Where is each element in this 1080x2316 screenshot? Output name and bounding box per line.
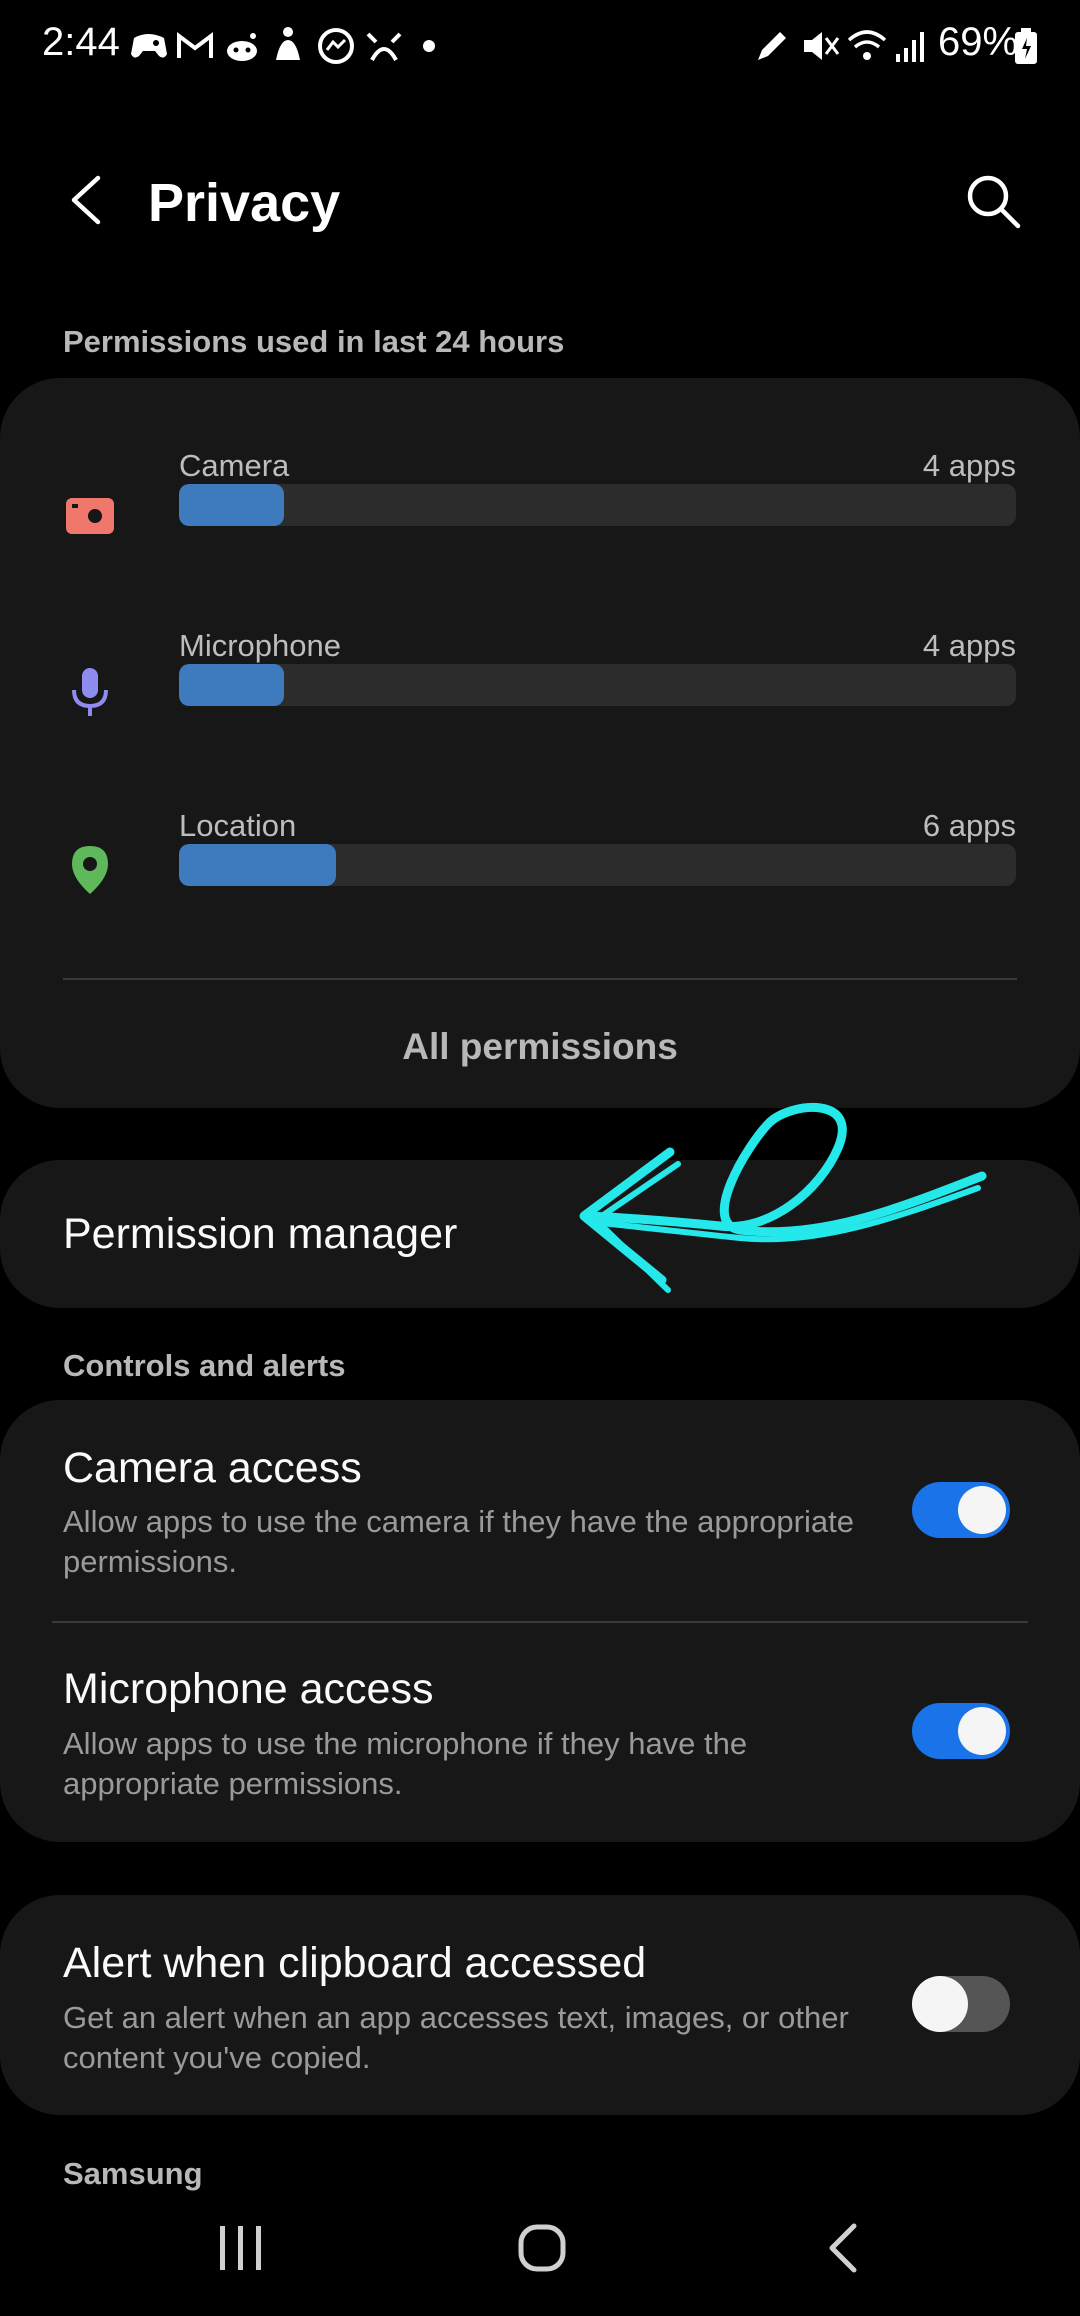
game-controller-icon (131, 34, 167, 58)
microphone-icon (72, 668, 108, 716)
all-permissions-button[interactable]: All permissions (0, 1026, 1080, 1068)
usage-row-camera[interactable]: Camera 4 apps (0, 448, 1080, 568)
app-icon (366, 32, 402, 62)
permission-manager-label: Permission manager (63, 1210, 458, 1258)
clipboard-alert-description: Get an alert when an app accesses text, … (63, 2000, 849, 2075)
usage-label: Microphone (179, 628, 341, 663)
wifi-icon (847, 30, 887, 60)
controls-section-label: Controls and alerts (63, 1348, 346, 1383)
usage-label: Location (179, 808, 297, 843)
usage-label: Camera (179, 448, 290, 483)
camera-access-description: Allow apps to use the camera if they hav… (63, 1504, 854, 1579)
messenger-icon (318, 28, 354, 64)
usage-count: 4 apps (922, 448, 1016, 483)
permissions-usage-card: Camera 4 apps Microphone 4 apps Location… (0, 378, 1080, 1108)
divider (52, 1621, 1028, 1623)
toggle-knob (958, 1707, 1006, 1755)
gmail-icon (177, 32, 213, 58)
usage-bar-track (179, 844, 1016, 886)
back-arrow-icon[interactable] (60, 172, 116, 228)
usage-bar-track (179, 484, 1016, 526)
usage-bar-fill (179, 664, 284, 706)
usage-bar-fill (179, 484, 284, 526)
dot-icon (423, 40, 435, 52)
back-button[interactable] (824, 2222, 864, 2274)
camera-icon (66, 498, 114, 534)
usage-count: 6 apps (922, 808, 1016, 843)
home-button[interactable] (516, 2222, 568, 2274)
clipboard-alert-toggle[interactable] (912, 1976, 1010, 2032)
mute-icon (804, 32, 840, 60)
microphone-access-title: Microphone access (63, 1665, 434, 1713)
search-icon[interactable] (962, 170, 1024, 232)
samsung-section-label: Samsung (63, 2156, 203, 2191)
status-time: 2:44 (42, 20, 120, 64)
recents-button[interactable] (216, 2222, 266, 2274)
annotation-arrow-icon (579, 1103, 987, 1293)
toggle-knob (912, 1976, 968, 2032)
usage-bar-track (179, 664, 1016, 706)
pen-icon (758, 32, 786, 60)
accessibility-icon (276, 27, 300, 60)
camera-access-toggle[interactable] (912, 1482, 1010, 1538)
usage-bar-fill (179, 844, 336, 886)
clipboard-alert-title: Alert when clipboard accessed (63, 1939, 647, 1987)
camera-access-title: Camera access (63, 1444, 362, 1492)
usage-row-microphone[interactable]: Microphone 4 apps (0, 628, 1080, 748)
microphone-access-description: Allow apps to use the microphone if they… (63, 1726, 748, 1801)
status-bar: 2:44 69% (0, 0, 1080, 92)
microphone-access-toggle[interactable] (912, 1703, 1010, 1759)
reddit-icon (227, 33, 257, 61)
page-title: Privacy (148, 173, 341, 233)
usage-count: 4 apps (922, 628, 1016, 663)
battery-percentage: 69% (938, 20, 1019, 64)
signal-icon (896, 32, 924, 62)
usage-row-location[interactable]: Location 6 apps (0, 808, 1080, 928)
divider (63, 978, 1017, 980)
battery-icon (1015, 28, 1037, 64)
location-pin-icon (72, 846, 108, 894)
usage-section-label: Permissions used in last 24 hours (63, 324, 565, 359)
toggle-knob (958, 1486, 1006, 1534)
